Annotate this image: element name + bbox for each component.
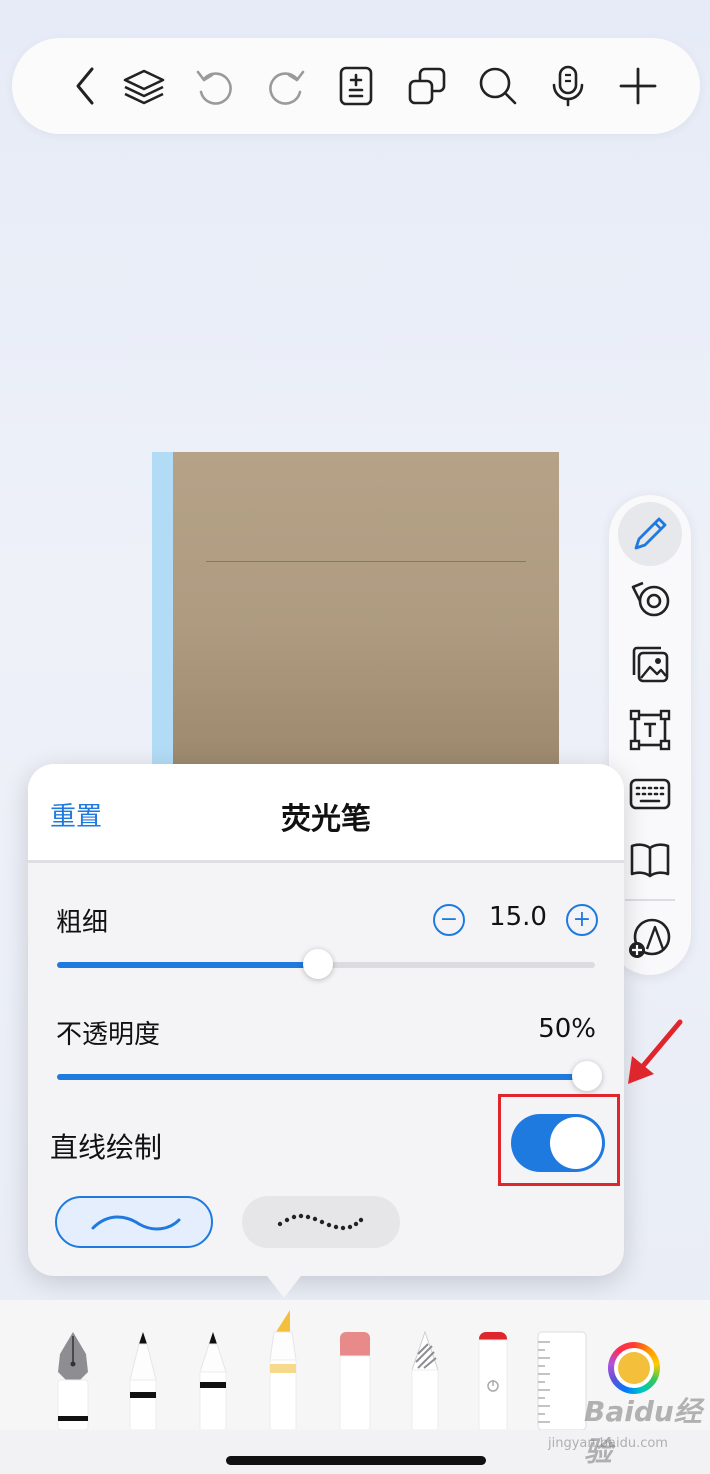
keyboard-icon bbox=[629, 778, 671, 810]
page-add-icon bbox=[339, 66, 373, 106]
duplicate-icon bbox=[408, 67, 446, 105]
color-picker[interactable] bbox=[608, 1342, 660, 1394]
notebook-cover[interactable] bbox=[152, 452, 559, 768]
annotation-highlight-box bbox=[498, 1094, 620, 1186]
thickness-increase-button[interactable]: + bbox=[566, 904, 598, 936]
book-icon bbox=[630, 843, 670, 878]
microphone-button[interactable] bbox=[544, 62, 592, 110]
smooth-line-style-button[interactable] bbox=[55, 1196, 213, 1248]
opacity-label: 不透明度 bbox=[56, 1020, 161, 1050]
add-button[interactable] bbox=[614, 62, 662, 110]
side-toolbar-divider bbox=[625, 899, 675, 901]
search-button[interactable] bbox=[474, 62, 522, 110]
duplicate-button[interactable] bbox=[403, 62, 451, 110]
dotted-line-icon bbox=[277, 1213, 364, 1231]
popup-header: 重置 荧光笔 bbox=[28, 764, 624, 860]
thickness-value: 15.0 bbox=[489, 902, 547, 932]
fineliner-tool[interactable] bbox=[196, 1330, 230, 1430]
highlighter-settings-popup: 重置 荧光笔 粗细 − 15.0 + 不透明度 50% 直线绘制 bbox=[28, 764, 624, 1276]
straight-line-label: 直线绘制 bbox=[50, 1131, 163, 1164]
laser-pointer-tool[interactable] bbox=[476, 1330, 510, 1430]
redo-button[interactable] bbox=[262, 62, 310, 110]
smooth-line-icon bbox=[91, 1215, 181, 1231]
opacity-slider-thumb[interactable] bbox=[571, 1061, 602, 1091]
opacity-slider-fill bbox=[57, 1074, 587, 1080]
top-toolbar bbox=[12, 38, 700, 134]
pencil-tool[interactable] bbox=[408, 1330, 442, 1430]
notebook-title-line bbox=[206, 561, 526, 562]
undo-button[interactable] bbox=[191, 62, 239, 110]
add-icon bbox=[619, 67, 657, 105]
layers-button[interactable] bbox=[120, 62, 168, 110]
pen-icon bbox=[634, 517, 667, 550]
pen-tool-button[interactable] bbox=[618, 505, 682, 563]
dotted-line-style-button[interactable] bbox=[242, 1196, 400, 1248]
text-box-icon bbox=[629, 709, 671, 751]
undo-icon bbox=[196, 70, 232, 105]
watermark-brand: Baidu经验 bbox=[584, 1395, 702, 1468]
thickness-slider[interactable] bbox=[57, 949, 595, 979]
add-shape-button[interactable] bbox=[618, 909, 682, 967]
add-shape-icon bbox=[629, 918, 671, 958]
opacity-value: 50% bbox=[538, 1014, 596, 1044]
minus-icon: − bbox=[439, 907, 459, 932]
image-button[interactable] bbox=[618, 635, 682, 693]
fountain-pen-tool[interactable] bbox=[50, 1330, 96, 1430]
watermark: Baidu经验 jingyan.baidu.com bbox=[538, 1390, 708, 1474]
microphone-icon bbox=[552, 65, 584, 107]
keyboard-button[interactable] bbox=[618, 765, 682, 823]
book-button[interactable] bbox=[618, 830, 682, 888]
watermark-subtitle: jingyan.baidu.com bbox=[548, 1436, 668, 1451]
back-icon bbox=[76, 67, 94, 105]
layers-icon bbox=[123, 69, 165, 105]
eraser-tool[interactable] bbox=[338, 1330, 372, 1430]
current-color-swatch bbox=[618, 1352, 650, 1384]
highlighter-tool[interactable] bbox=[266, 1308, 300, 1430]
back-button[interactable] bbox=[62, 62, 110, 110]
popup-header-divider bbox=[28, 860, 624, 863]
thickness-slider-fill bbox=[57, 962, 319, 968]
tape-icon bbox=[631, 581, 670, 617]
image-icon bbox=[632, 646, 669, 683]
ballpoint-pen-tool[interactable] bbox=[126, 1330, 160, 1430]
annotation-arrow-icon bbox=[628, 1019, 683, 1084]
tape-button[interactable] bbox=[618, 569, 682, 627]
page-add-button[interactable] bbox=[332, 62, 380, 110]
redo-icon bbox=[269, 70, 305, 105]
popup-title: 荧光笔 bbox=[281, 802, 371, 837]
notebook-spine bbox=[152, 452, 173, 768]
thickness-slider-thumb[interactable] bbox=[303, 949, 334, 979]
popup-pointer bbox=[264, 1272, 304, 1298]
thickness-decrease-button[interactable]: − bbox=[433, 904, 465, 936]
opacity-slider[interactable] bbox=[57, 1061, 602, 1091]
thickness-label: 粗细 bbox=[56, 908, 109, 938]
home-indicator[interactable] bbox=[226, 1456, 486, 1465]
text-box-button[interactable] bbox=[618, 701, 682, 759]
plus-icon: + bbox=[572, 907, 592, 932]
search-icon bbox=[479, 67, 517, 105]
